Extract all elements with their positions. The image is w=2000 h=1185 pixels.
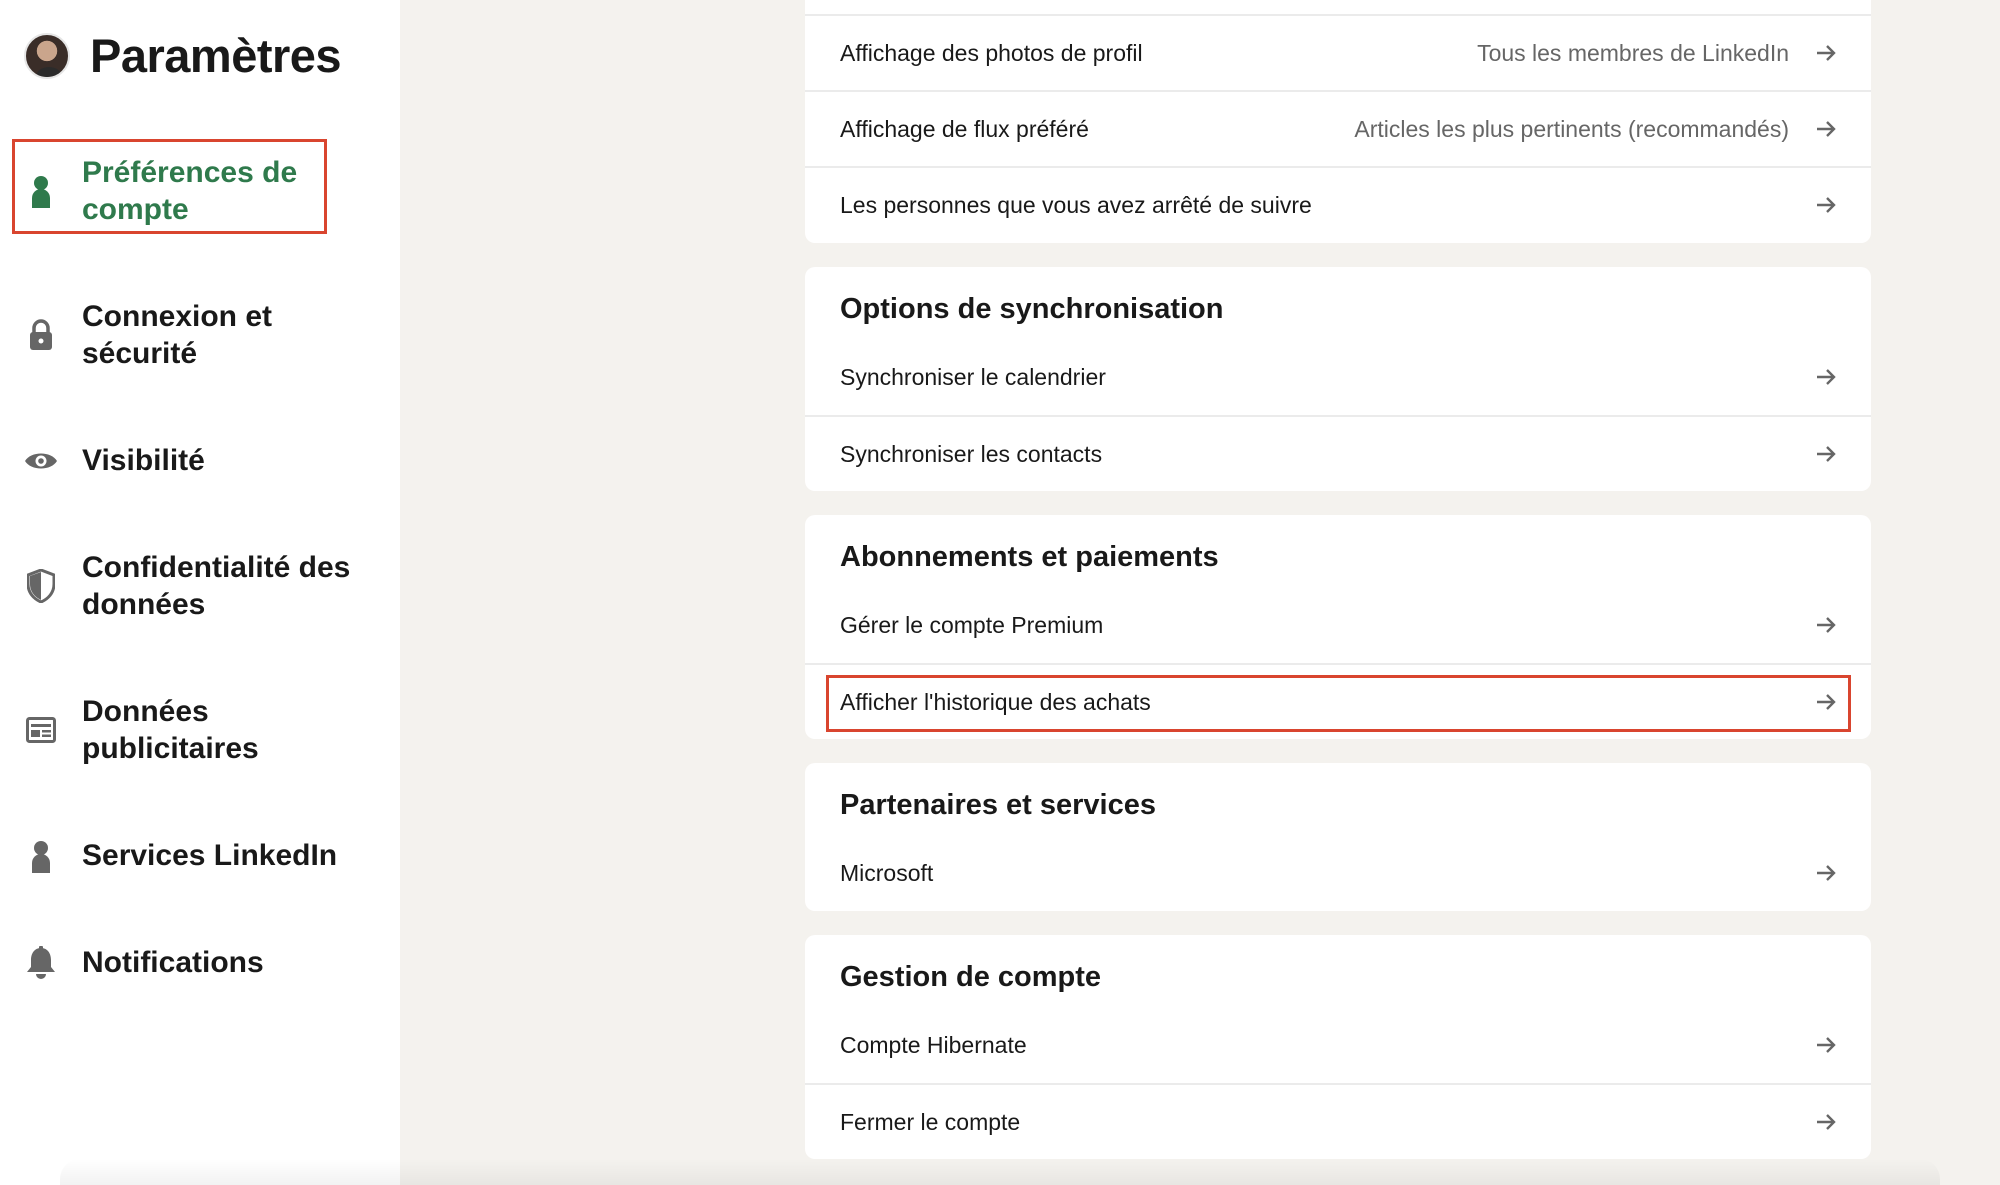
row-value: Articles les plus pertinents (recommandé…	[1354, 115, 1789, 142]
arrow-right-icon	[1817, 369, 1836, 385]
sidebar-item-notifications[interactable]: Notifications	[24, 944, 364, 981]
arrow-right-icon	[1817, 45, 1836, 61]
sidebar-item-label: Préférences de compte	[82, 156, 298, 226]
account-display-card: Affichage des photos de profil Tous les …	[805, 0, 1871, 243]
arrow-right-icon	[1817, 121, 1836, 137]
arrow-right-icon	[1817, 694, 1836, 710]
sidebar-item-visibility[interactable]: Visibilité	[24, 442, 364, 479]
row-label: Fermer le compte	[840, 1108, 1021, 1135]
settings-sidebar: Paramètres Préférences de compte Connexi…	[0, 0, 400, 1185]
settings-row-hibernate-account[interactable]: Compte Hibernate	[805, 1007, 1871, 1083]
settings-row-profile-photos[interactable]: Affichage des photos de profil Tous les …	[805, 14, 1871, 90]
row-label: Synchroniser les contacts	[840, 440, 1103, 467]
person-icon	[24, 174, 58, 208]
sidebar-item-linkedin-services[interactable]: Services LinkedIn	[24, 837, 364, 874]
section-title: Partenaires et services	[840, 789, 1156, 821]
sidebar-item-label: Services LinkedIn	[82, 839, 338, 872]
ad-card-icon	[24, 713, 58, 747]
sidebar-item-label: Connexion et sécurité	[82, 300, 273, 370]
settings-row-purchase-history[interactable]: Afficher l'historique des achats	[805, 663, 1871, 739]
page-title: Paramètres	[90, 29, 342, 82]
row-label: Compte Hibernate	[840, 1031, 1027, 1058]
sidebar-item-label: Confidentialité des données	[82, 551, 351, 621]
sidebar-item-account-preferences[interactable]: Préférences de compte	[24, 154, 364, 228]
lock-icon	[24, 318, 58, 352]
partners-services-card: Partenaires et services Microsoft	[805, 763, 1871, 911]
person-icon	[24, 839, 58, 873]
subscriptions-payments-card: Abonnements et paiements Gérer le compte…	[805, 515, 1871, 739]
settings-row-manage-premium[interactable]: Gérer le compte Premium	[805, 587, 1871, 663]
sidebar-item-label: Notifications	[82, 946, 264, 979]
section-title: Options de synchronisation	[840, 293, 1224, 325]
bell-icon	[24, 945, 58, 980]
row-label: Gérer le compte Premium	[840, 611, 1104, 638]
settings-row-microsoft[interactable]: Microsoft	[805, 835, 1871, 911]
row-label: Les personnes que vous avez arrêté de su…	[840, 191, 1312, 218]
section-title: Abonnements et paiements	[840, 541, 1219, 573]
settings-row-unfollowed[interactable]: Les personnes que vous avez arrêté de su…	[805, 166, 1871, 242]
account-management-card: Gestion de compte Compte Hibernate Ferme…	[805, 935, 1871, 1159]
settings-row-sync-contacts[interactable]: Synchroniser les contacts	[805, 415, 1871, 491]
eye-icon	[24, 444, 58, 478]
app-header: Paramètres	[24, 28, 342, 83]
sidebar-item-label: Données publicitaires	[82, 695, 259, 765]
row-value: Tous les membres de LinkedIn	[1477, 39, 1789, 66]
sidebar-item-label: Visibilité	[82, 444, 205, 477]
settings-row-feed-preference[interactable]: Affichage de flux préféré Articles les p…	[805, 90, 1871, 166]
arrow-right-icon	[1817, 446, 1836, 462]
row-label: Affichage des photos de profil	[840, 39, 1143, 66]
arrow-right-icon	[1817, 1037, 1836, 1053]
sync-options-card: Options de synchronisation Synchroniser …	[805, 267, 1871, 491]
arrow-right-icon	[1817, 1114, 1836, 1130]
sidebar-item-data-privacy[interactable]: Confidentialité des données	[24, 549, 364, 623]
row-label: Affichage de flux préféré	[840, 115, 1089, 142]
shield-icon	[24, 569, 58, 603]
bottom-shadow	[60, 1159, 1940, 1185]
sidebar-item-advertising-data[interactable]: Données publicitaires	[24, 693, 364, 767]
arrow-right-icon	[1817, 617, 1836, 633]
row-label: Microsoft	[840, 859, 934, 886]
row-label: Afficher l'historique des achats	[840, 688, 1151, 715]
arrow-right-icon	[1817, 865, 1836, 881]
settings-row-sync-calendar[interactable]: Synchroniser le calendrier	[805, 339, 1871, 415]
row-label: Synchroniser le calendrier	[840, 363, 1106, 390]
settings-row-close-account[interactable]: Fermer le compte	[805, 1083, 1871, 1159]
avatar[interactable]	[24, 32, 70, 79]
section-title: Gestion de compte	[840, 961, 1102, 993]
arrow-right-icon	[1817, 197, 1836, 213]
sidebar-item-sign-in-security[interactable]: Connexion et sécurité	[24, 298, 364, 372]
